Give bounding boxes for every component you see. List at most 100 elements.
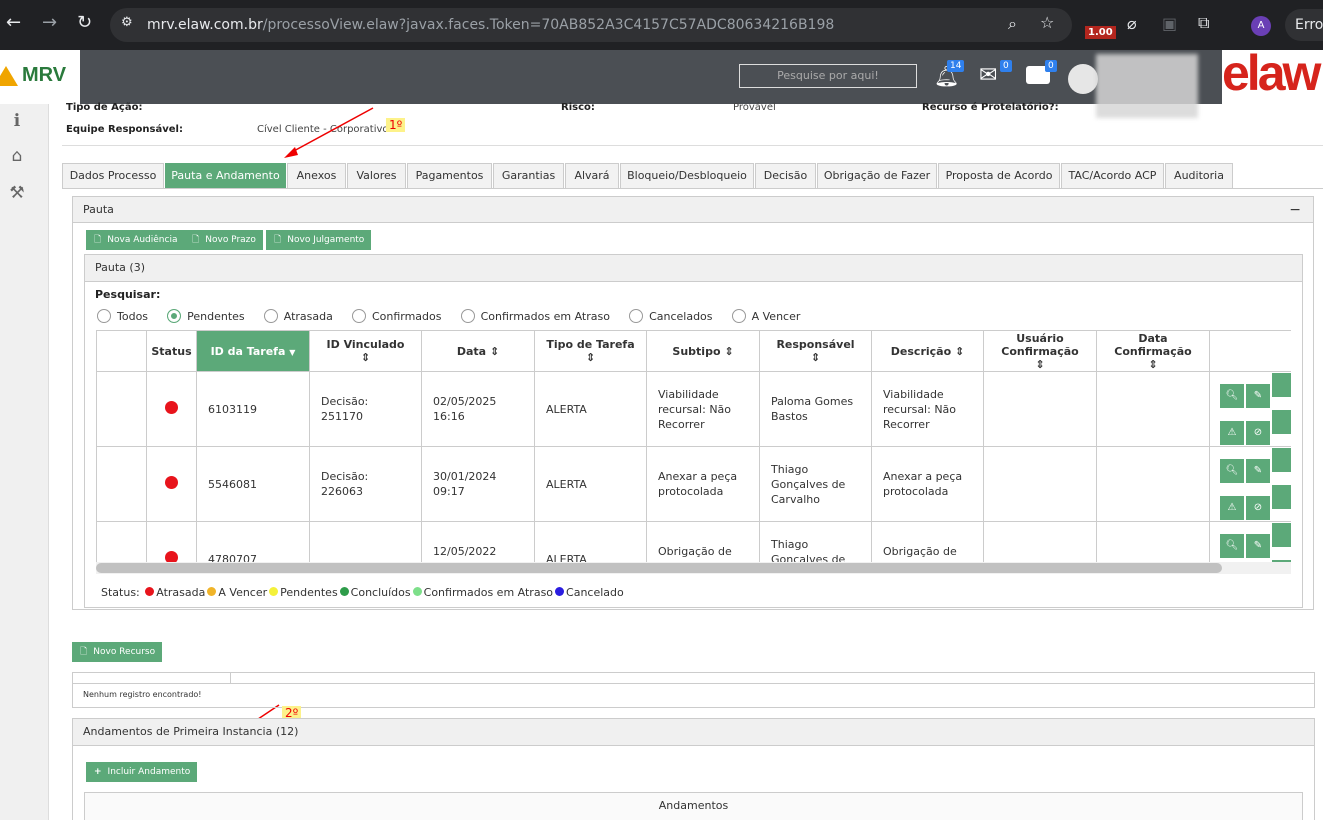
tab-garantias[interactable]: Garantias (493, 163, 564, 188)
home-icon[interactable]: ⌂ (7, 146, 27, 166)
sort-icon: ⇕ (954, 344, 965, 358)
more-action-button[interactable] (1272, 448, 1291, 472)
equipe-label: Equipe Responsável: (66, 124, 183, 135)
extensions-puzzle-icon[interactable]: ⧉ (1198, 13, 1209, 33)
zoom-icon[interactable]: ⌕ (1008, 14, 1017, 34)
tab-dados-processo[interactable]: Dados Processo (62, 163, 164, 188)
table-row[interactable]: 6103119 Decisão: 251170 02/05/2025 16:16 AL… (96, 371, 1291, 447)
radio-cancelados[interactable] (629, 309, 644, 323)
view-search-icon[interactable]: 🔍︎ (1220, 459, 1244, 483)
tab-obrigacao-fazer[interactable]: Obrigação de Fazer (817, 163, 937, 188)
cell-usuario (983, 371, 1097, 447)
user-avatar[interactable] (1068, 64, 1098, 94)
mrv-logo[interactable]: MRV (0, 52, 80, 102)
more-action-button[interactable] (1272, 485, 1291, 509)
view-search-icon[interactable]: 🔍︎ (1220, 384, 1244, 408)
cell-tipo: ALERTA (534, 371, 647, 447)
legend-dot (145, 587, 155, 596)
legend-item-label: Pendentes (280, 586, 338, 599)
col-header-usuario-confirmacao[interactable]: Usuário Confirmação ⇕ (983, 330, 1097, 372)
forward-arrow-icon[interactable]: → (42, 12, 57, 33)
radio-pendentes[interactable] (167, 309, 182, 323)
more-action-button[interactable] (1272, 410, 1291, 434)
tab-bloqueio[interactable]: Bloqueio/Desbloqueio (620, 163, 754, 188)
profile-avatar[interactable]: A (1251, 16, 1271, 36)
radio-a-vencer[interactable] (731, 309, 746, 323)
novo-prazo-button[interactable]: 🗋 Novo Prazo (184, 230, 263, 250)
edit-pencil-icon[interactable]: ✎ (1246, 459, 1270, 483)
nova-audiencia-button[interactable]: 🗋 Nova Audiência (86, 230, 185, 250)
col-label: Descrição (890, 344, 952, 358)
site-settings-icon[interactable]: ⚙ (121, 15, 133, 30)
edit-pencil-icon[interactable]: ✎ (1246, 384, 1270, 408)
view-search-icon[interactable]: 🔍︎ (1220, 534, 1244, 558)
messages-envelope-icon[interactable]: ✉ (979, 63, 997, 88)
filter-label: Todos (117, 310, 149, 323)
more-action-button[interactable] (1272, 373, 1291, 397)
cell-data-confirmacao (1096, 521, 1210, 562)
col-header-tipo-tarefa[interactable]: Tipo de Tarefa ⇕ (534, 330, 647, 372)
cell-usuario (983, 446, 1097, 522)
cancel-icon[interactable]: ⊘ (1246, 421, 1270, 445)
edit-pencil-icon[interactable]: ✎ (1246, 534, 1270, 558)
tab-alvara[interactable]: Alvará (565, 163, 619, 188)
collapse-icon[interactable]: − (1289, 197, 1301, 223)
tab-tac-acordo[interactable]: TAC/Acordo ACP (1061, 163, 1164, 188)
novo-julgamento-button[interactable]: 🗋 Novo Julgamento (266, 230, 372, 250)
cell-responsavel: Thiago Gonçalves de Carvalho (759, 521, 872, 562)
radio-confirmados-atraso[interactable] (460, 309, 475, 323)
url-text[interactable]: mrv.elaw.com.br/processoView.elaw?javax.… (147, 17, 834, 33)
legend-dot (412, 587, 422, 596)
radio-todos[interactable] (97, 309, 111, 323)
pauta-inner-title: Pauta (3) (85, 255, 1302, 282)
info-icon[interactable]: ℹ (7, 111, 27, 131)
filter-label: Confirmados em Atraso (480, 310, 610, 323)
col-header-responsavel[interactable]: Responsável ⇕ (759, 330, 872, 372)
error-button[interactable]: Erro (1295, 17, 1323, 33)
table-row[interactable]: 5546081 Decisão: 226063 30/01/2024 09:17 AL… (96, 446, 1291, 522)
filter-radio-group: Todos Pendentes Atrasada Confirmados Con… (97, 305, 814, 324)
url-path: /processoView.elaw?javax.faces.Token=70A… (262, 17, 835, 33)
col-header-actions (1209, 330, 1291, 372)
novo-recurso-button[interactable]: 🗋 Novo Recurso (72, 642, 163, 662)
col-header-data-confirmacao[interactable]: Data Confirmação ⇕ (1096, 330, 1210, 372)
zoom-badge[interactable]: 1.00 (1085, 26, 1116, 39)
plus-icon: + (94, 767, 102, 777)
tab-decisao[interactable]: Decisão (755, 163, 816, 188)
radio-confirmados[interactable] (351, 309, 366, 323)
radio-atrasada[interactable] (263, 309, 278, 323)
elaw-logo-text: elaw (1222, 45, 1321, 101)
global-search-input[interactable]: Pesquise por aqui! (739, 64, 917, 88)
tab-auditoria[interactable]: Auditoria (1165, 163, 1233, 188)
col-header-descricao[interactable]: Descrição ⇕ (871, 330, 984, 372)
elaw-logo: elaw (1222, 45, 1323, 104)
incluir-andamento-button[interactable]: + Incluir Andamento (86, 762, 198, 782)
extension-icon-2[interactable]: ▣ (1162, 14, 1177, 33)
status-dot (165, 550, 178, 562)
scrollbar-thumb[interactable] (96, 563, 1222, 573)
horizontal-scrollbar[interactable] (96, 562, 1291, 574)
table-row[interactable]: 478070712/05/2022 15:00ALERTAObrigação d… (96, 521, 1291, 562)
cancel-icon[interactable]: ⊘ (1246, 496, 1270, 520)
more-action-button[interactable] (1272, 523, 1291, 547)
tab-pagamentos[interactable]: Pagamentos (407, 163, 492, 188)
extension-icon[interactable]: ⌀ (1127, 14, 1137, 33)
tab-proposta-acordo[interactable]: Proposta de Acordo (938, 163, 1060, 188)
filter-label: A Vencer (751, 310, 801, 323)
alert-warning-icon[interactable]: ⚠ (1220, 421, 1244, 445)
col-header-id-tarefa[interactable]: ID da Tarefa ▼ (196, 330, 310, 372)
gavel-icon[interactable]: ⚒ (7, 183, 27, 203)
col-header-status[interactable]: Status (146, 330, 197, 372)
alert-warning-icon[interactable]: ⚠ (1220, 496, 1244, 520)
col-header-subtipo[interactable]: Subtipo ⇕ (646, 330, 760, 372)
col-label: Tipo de Tarefa (546, 338, 635, 351)
filter-label: Confirmados (371, 310, 442, 323)
bookmark-star-icon[interactable]: ☆ (1040, 13, 1054, 32)
reload-icon[interactable]: ↻ (77, 12, 92, 33)
legend-label: Status: (101, 586, 140, 599)
back-arrow-icon[interactable]: ← (6, 12, 21, 33)
col-label: Responsável (776, 338, 855, 351)
legend-dot (339, 587, 349, 596)
col-header-data[interactable]: Data ⇕ (421, 330, 535, 372)
col-header-id-vinculado[interactable]: ID Vinculado ⇕ (309, 330, 422, 372)
